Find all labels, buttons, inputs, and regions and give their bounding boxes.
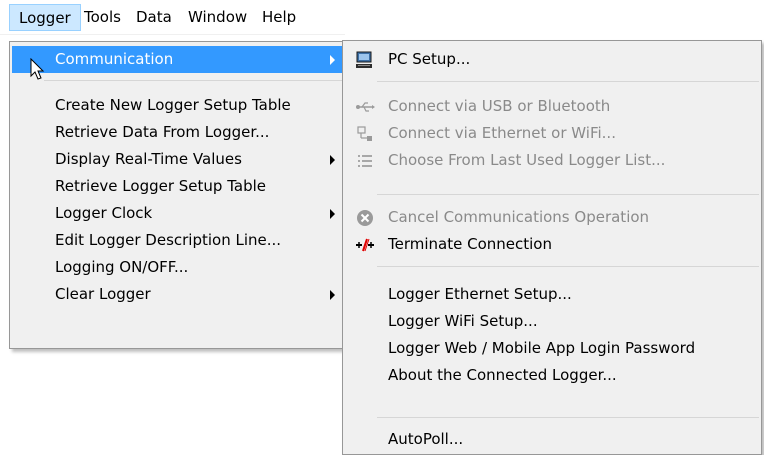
menu-item-clear-logger[interactable]: Clear Logger: [12, 281, 343, 308]
pc-icon: [355, 50, 375, 70]
menu-item-logger-clock[interactable]: Logger Clock: [12, 200, 343, 227]
menu-item-terminate-connection[interactable]: Terminate Connection: [345, 231, 759, 258]
menu-item-about-connected-logger[interactable]: About the Connected Logger...: [345, 362, 759, 389]
menu-item-create-new-logger-setup-table[interactable]: Create New Logger Setup Table: [12, 92, 343, 119]
menu-item-logger-ethernet-setup[interactable]: Logger Ethernet Setup...: [345, 281, 759, 308]
menu-item-label: Connect via USB or Bluetooth: [388, 97, 611, 115]
submenu-arrow-icon: [330, 55, 335, 65]
menu-item-choose-last-used-logger[interactable]: Choose From Last Used Logger List...: [345, 147, 759, 174]
menu-window[interactable]: Window: [179, 4, 256, 31]
menu-item-autopoll[interactable]: AutoPoll...: [345, 426, 759, 453]
menu-item-communication[interactable]: Communication: [12, 46, 343, 73]
submenu-arrow-icon: [330, 209, 335, 219]
menu-item-display-real-time-values[interactable]: Display Real-Time Values: [12, 146, 343, 173]
menu-item-logger-web-mobile-login-password[interactable]: Logger Web / Mobile App Login Password: [345, 335, 759, 362]
menu-item-logger-wifi-setup[interactable]: Logger WiFi Setup...: [345, 308, 759, 335]
menu-item-label: Connect via Ethernet or WiFi...: [388, 124, 616, 142]
menu-item-label: Logger WiFi Setup...: [388, 312, 538, 330]
menu-item-label: PC Setup...: [388, 50, 471, 68]
menu-item-label: Create New Logger Setup Table: [55, 96, 291, 114]
menu-separator: [377, 194, 759, 195]
menu-logger[interactable]: Logger: [9, 4, 81, 31]
menu-separator: [377, 266, 759, 267]
menu-item-pc-setup[interactable]: PC Setup...: [345, 46, 759, 73]
menu-item-label: Logger Web / Mobile App Login Password: [388, 339, 696, 357]
menu-item-label: Logger Clock: [55, 204, 153, 222]
menu-item-label: Retrieve Logger Setup Table: [55, 177, 266, 195]
menu-tools[interactable]: Tools: [75, 4, 130, 31]
menu-item-label: Display Real-Time Values: [55, 150, 242, 168]
menu-item-edit-logger-description-line[interactable]: Edit Logger Description Line...: [12, 227, 343, 254]
menu-item-label: Clear Logger: [55, 285, 151, 303]
menu-item-label: Logger Ethernet Setup...: [388, 285, 572, 303]
menu-help[interactable]: Help: [253, 4, 305, 31]
menu-item-label: Edit Logger Description Line...: [55, 231, 282, 249]
list-icon: [355, 151, 375, 171]
disconnect-icon: [355, 235, 375, 255]
menu-item-label: Cancel Communications Operation: [388, 208, 650, 226]
menu-item-cancel-communications[interactable]: Cancel Communications Operation: [345, 204, 759, 231]
menu-data[interactable]: Data: [127, 4, 181, 31]
submenu-arrow-icon: [330, 155, 335, 165]
menu-item-label: Terminate Connection: [388, 235, 552, 253]
menu-item-connect-usb-bluetooth[interactable]: Connect via USB or Bluetooth: [345, 93, 759, 120]
communication-submenu: PC Setup... Connect via USB or Bluetooth…: [342, 40, 762, 455]
menu-item-retrieve-data[interactable]: Retrieve Data From Logger...: [12, 119, 343, 146]
menu-separator: [377, 417, 759, 418]
menu-item-label: Logging ON/OFF...: [55, 258, 189, 276]
mouse-cursor-icon: [30, 58, 45, 80]
menu-item-label: Retrieve Data From Logger...: [55, 123, 270, 141]
menu-bar: Logger Tools Data Window Help: [0, 0, 345, 35]
menu-item-logging-on-off[interactable]: Logging ON/OFF...: [12, 254, 343, 281]
network-icon: [355, 124, 375, 144]
cancel-icon: [355, 208, 375, 228]
menu-item-label: Choose From Last Used Logger List...: [388, 151, 666, 169]
menu-item-label: Communication: [55, 50, 174, 68]
menu-item-label: AutoPoll...: [388, 430, 464, 448]
menu-item-retrieve-logger-setup-table[interactable]: Retrieve Logger Setup Table: [12, 173, 343, 200]
menu-separator: [377, 81, 759, 82]
menu-separator: [44, 80, 343, 81]
usb-icon: [355, 97, 375, 117]
menu-item-connect-ethernet-wifi[interactable]: Connect via Ethernet or WiFi...: [345, 120, 759, 147]
logger-dropdown-menu: Communication Create New Logger Setup Ta…: [9, 41, 346, 349]
menu-item-label: About the Connected Logger...: [388, 366, 617, 384]
submenu-arrow-icon: [330, 290, 335, 300]
